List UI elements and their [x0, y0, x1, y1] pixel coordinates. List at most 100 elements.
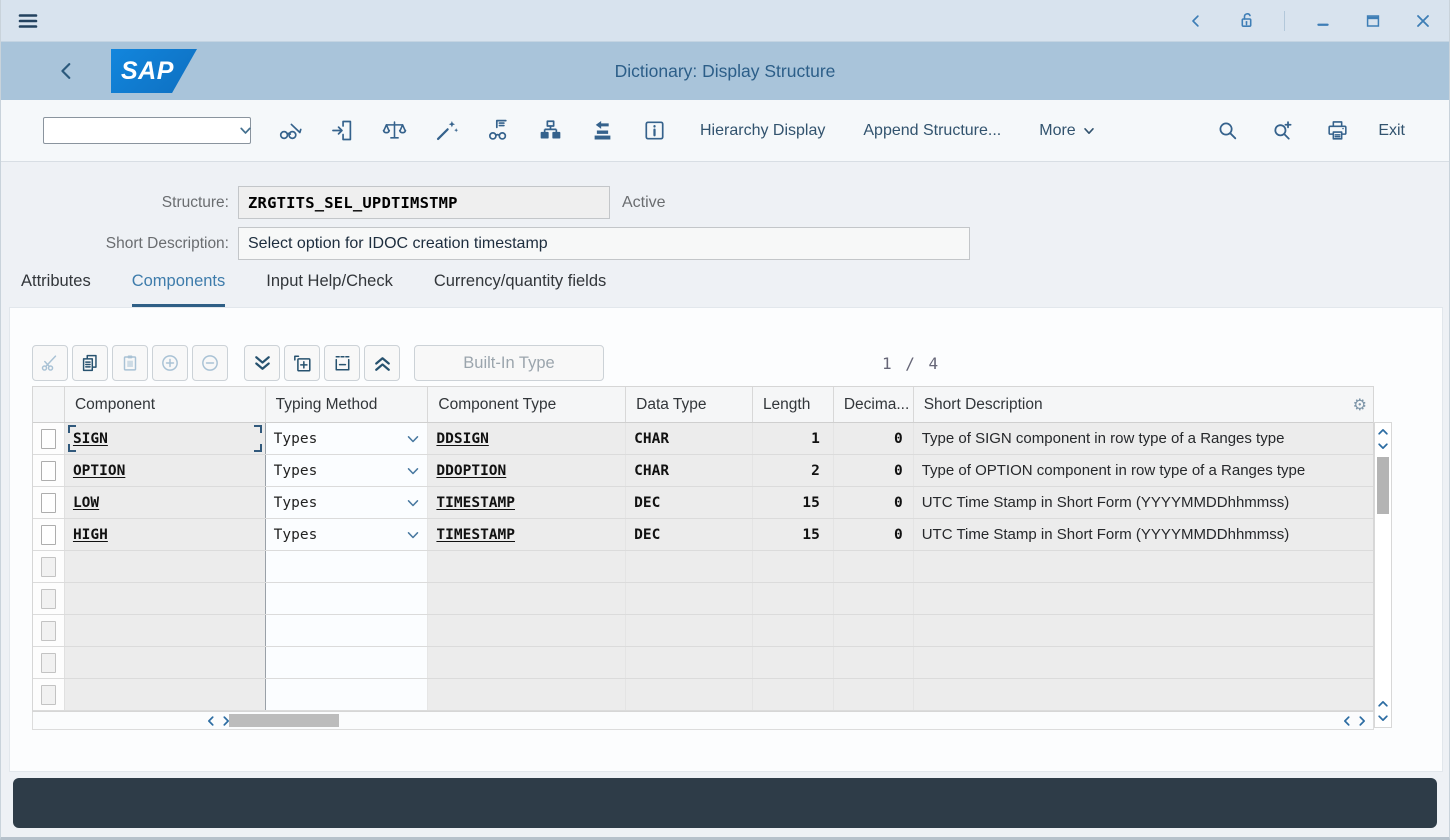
remove-row-button[interactable] — [192, 345, 228, 381]
short-description-cell: Type of OPTION component in row type of … — [914, 455, 1373, 486]
table-toolbar: Built-In Type 1 / 4 — [32, 344, 1420, 382]
row-checkbox[interactable] — [41, 493, 56, 513]
data-type-cell: DEC — [626, 487, 753, 518]
info-icon[interactable] — [640, 117, 668, 145]
component-type-cell[interactable]: DDOPTION — [428, 455, 626, 486]
unlock-icon[interactable] — [1234, 9, 1258, 33]
chevron-down-icon[interactable] — [406, 528, 420, 542]
check-icon[interactable] — [380, 117, 408, 145]
length-cell: 15 — [753, 519, 834, 550]
tab-components[interactable]: Components — [132, 268, 226, 307]
command-input[interactable] — [44, 118, 237, 143]
typing-method-dropdown[interactable]: Types — [266, 519, 429, 550]
system-bar — [1, 0, 1449, 42]
v-scroll-arrows[interactable] — [1375, 426, 1391, 452]
table-empty-row — [33, 647, 1373, 679]
component-type-cell[interactable]: DDSIGN — [428, 423, 626, 454]
column-header-typing-method[interactable]: Typing Method — [266, 387, 429, 422]
component-cell[interactable]: HIGH — [65, 519, 266, 550]
application-toolbar: Hierarchy Display Append Structure... Mo… — [1, 100, 1449, 162]
close-icon[interactable] — [1411, 9, 1435, 33]
select-all-column-header[interactable] — [33, 387, 65, 422]
exit-button[interactable]: Exit — [1378, 122, 1405, 140]
tab-attributes[interactable]: Attributes — [21, 268, 91, 307]
component-cell[interactable]: SIGN — [65, 423, 266, 454]
row-checkbox — [41, 653, 56, 673]
decimals-cell: 0 — [834, 423, 914, 454]
h-scroll-arrows[interactable] — [205, 712, 232, 729]
typing-method-dropdown[interactable]: Types — [266, 487, 429, 518]
minimize-icon[interactable] — [1311, 9, 1335, 33]
chevron-down-icon[interactable] — [237, 118, 253, 143]
typing-method-dropdown[interactable]: Types — [266, 455, 429, 486]
length-cell: 1 — [753, 423, 834, 454]
append-structure-button[interactable]: Append Structure... — [863, 122, 1001, 140]
divider — [1284, 11, 1285, 31]
column-header-short-description[interactable]: Short Description — [914, 387, 1373, 422]
components-table: Component Typing Method Component Type D… — [32, 386, 1392, 730]
decimals-cell: 0 — [834, 455, 914, 486]
display-change-icon[interactable] — [276, 117, 304, 145]
runtime-object-icon[interactable] — [588, 117, 616, 145]
maximize-icon[interactable] — [1361, 9, 1385, 33]
column-header-component[interactable]: Component — [65, 387, 266, 422]
row-checkbox[interactable] — [41, 461, 56, 481]
column-header-component-type[interactable]: Component Type — [428, 387, 626, 422]
command-field[interactable] — [43, 117, 251, 144]
v-scroll-thumb[interactable] — [1377, 457, 1389, 514]
tab-currency-quantity-fields[interactable]: Currency/quantity fields — [434, 268, 606, 307]
column-header-decimals[interactable]: Decima... — [834, 387, 914, 422]
column-header-length[interactable]: Length — [753, 387, 834, 422]
component-cell[interactable]: LOW — [65, 487, 266, 518]
structure-field[interactable] — [238, 186, 610, 219]
column-settings-icon[interactable]: ⚙ — [1353, 387, 1367, 422]
sap-gui-window: Dictionary: Display Structure SAP — [0, 0, 1450, 840]
insert-row-button[interactable] — [284, 345, 320, 381]
v-scroll-arrows[interactable] — [1375, 698, 1391, 724]
component-type-cell[interactable]: TIMESTAMP — [428, 487, 626, 518]
h-scroll-thumb[interactable] — [229, 714, 339, 727]
page-up-icon[interactable] — [364, 345, 400, 381]
structure-input[interactable] — [248, 194, 600, 212]
page-title: Dictionary: Display Structure — [1, 61, 1449, 82]
vertical-scrollbar[interactable] — [1374, 422, 1392, 728]
menu-icon[interactable] — [13, 6, 43, 36]
search-icon[interactable] — [1213, 117, 1241, 145]
short-description-input[interactable] — [248, 235, 960, 253]
components-panel: Built-In Type 1 / 4 Component Typing Met… — [9, 307, 1443, 772]
nav-back-icon[interactable] — [1184, 9, 1208, 33]
title-bar: Dictionary: Display Structure SAP — [1, 42, 1449, 100]
search-next-icon[interactable] — [1268, 117, 1296, 145]
goto-object-icon[interactable] — [328, 117, 356, 145]
chevron-down-icon[interactable] — [406, 496, 420, 510]
built-in-type-button[interactable]: Built-In Type — [414, 345, 604, 381]
cut-button[interactable] — [32, 345, 68, 381]
row-checkbox — [41, 685, 56, 705]
paste-button[interactable] — [112, 345, 148, 381]
hierarchy-display-button[interactable]: Hierarchy Display — [700, 122, 825, 140]
row-checkbox[interactable] — [41, 429, 56, 449]
horizontal-scrollbar[interactable] — [32, 712, 1374, 730]
component-cell[interactable]: OPTION — [65, 455, 266, 486]
add-row-button[interactable] — [152, 345, 188, 381]
copy-button[interactable] — [72, 345, 108, 381]
activate-icon[interactable] — [432, 117, 460, 145]
page-down-icon[interactable] — [244, 345, 280, 381]
delete-row-button[interactable] — [324, 345, 360, 381]
component-type-cell[interactable]: TIMESTAMP — [428, 519, 626, 550]
where-used-icon[interactable] — [484, 117, 512, 145]
column-header-data-type[interactable]: Data Type — [626, 387, 753, 422]
row-checkbox[interactable] — [41, 525, 56, 545]
table-row: LOW Types TIMESTAMP DEC 15 0 UTC Time St… — [33, 487, 1373, 519]
typing-method-dropdown[interactable]: Types — [266, 423, 429, 454]
back-button[interactable] — [53, 57, 81, 85]
print-icon[interactable] — [1323, 117, 1351, 145]
status-active-label: Active — [622, 194, 666, 212]
tab-input-help-check[interactable]: Input Help/Check — [266, 268, 393, 307]
chevron-down-icon[interactable] — [406, 464, 420, 478]
chevron-down-icon[interactable] — [406, 432, 420, 446]
more-button[interactable]: More — [1039, 122, 1095, 140]
hierarchy-icon[interactable] — [536, 117, 564, 145]
h-scroll-arrows[interactable] — [1341, 712, 1368, 729]
short-description-field[interactable] — [238, 227, 970, 260]
